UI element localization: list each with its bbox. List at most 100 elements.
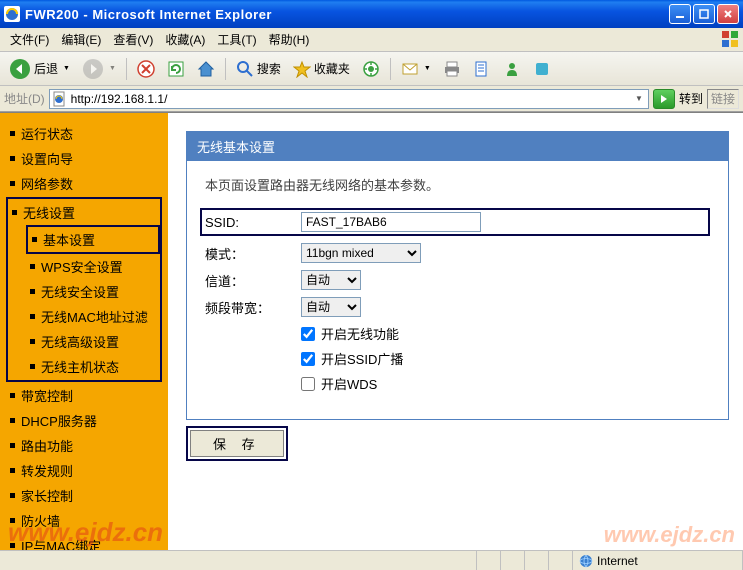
status-cell-3	[525, 551, 549, 570]
menu-file[interactable]: 文件(F)	[4, 28, 55, 51]
favorites-button[interactable]: 收藏夹	[288, 56, 355, 82]
ssid-label: SSID:	[205, 215, 301, 230]
row-enable-wlan: 开启无线功能	[301, 324, 710, 343]
back-label: 后退	[34, 60, 58, 77]
bandwidth-label: 频段带宽：	[205, 298, 301, 317]
save-button-highlight: 保 存	[186, 426, 288, 461]
status-message	[0, 551, 477, 570]
channel-label: 信道：	[205, 271, 301, 290]
row-mode: 模式： 11bgn mixed	[205, 243, 710, 263]
chevron-down-icon: ▼	[63, 65, 70, 72]
go-button[interactable]	[653, 89, 675, 109]
messenger-button[interactable]	[498, 56, 526, 82]
status-cell-2	[501, 551, 525, 570]
window-title: FWR200 - Microsoft Internet Explorer	[25, 7, 669, 22]
save-button[interactable]: 保 存	[190, 430, 284, 457]
sidebar-item-wizard[interactable]: 设置向导	[6, 146, 162, 171]
row-enable-wds: 开启WDS	[301, 374, 710, 393]
sidebar-group-wlan: 无线设置 基本设置 WPS安全设置 无线安全设置 无线MAC地址过滤 无线高级设…	[6, 197, 162, 382]
stop-button[interactable]	[132, 56, 160, 82]
back-button[interactable]: 后退 ▼	[4, 56, 75, 82]
menu-favorites[interactable]: 收藏(A)	[159, 28, 211, 51]
row-ssid: SSID:	[200, 208, 710, 236]
menu-tools[interactable]: 工具(T)	[211, 28, 262, 51]
window-titlebar: FWR200 - Microsoft Internet Explorer	[0, 0, 743, 28]
mail-button[interactable]: ▼	[396, 56, 436, 82]
row-bandwidth: 频段带宽： 自动	[205, 297, 710, 317]
menu-help[interactable]: 帮助(H)	[263, 28, 316, 51]
sidebar-item-host[interactable]: 无线主机状态	[26, 354, 160, 379]
zone-label: Internet	[597, 554, 638, 568]
globe-icon	[579, 554, 593, 568]
extra-button[interactable]	[528, 56, 556, 82]
close-button[interactable]	[717, 4, 739, 24]
sidebar-item-wsec[interactable]: 无线安全设置	[26, 279, 160, 304]
page-icon	[52, 91, 68, 107]
edit-button[interactable]	[468, 56, 496, 82]
address-box[interactable]: ▼	[49, 89, 649, 109]
chevron-down-icon: ▼	[424, 65, 431, 72]
statusbar: Internet	[0, 550, 743, 570]
favorites-label: 收藏夹	[314, 60, 350, 77]
minimize-button[interactable]	[669, 4, 691, 24]
sidebar-item-dhcp[interactable]: DHCP服务器	[6, 408, 162, 433]
panel-desc: 本页面设置路由器无线网络的基本参数。	[205, 175, 710, 194]
button-row: 保 存	[186, 426, 729, 461]
sidebar-item-parent[interactable]: 家长控制	[6, 483, 162, 508]
links-label[interactable]: 链接	[707, 89, 739, 109]
sidebar-item-wlan[interactable]: 无线设置	[8, 200, 160, 225]
address-label: 地址(D)	[4, 90, 45, 107]
mode-label: 模式：	[205, 244, 301, 263]
chevron-down-icon: ▼	[109, 65, 116, 72]
sidebar-item-netparam[interactable]: 网络参数	[6, 171, 162, 196]
sidebar-item-route[interactable]: 路由功能	[6, 433, 162, 458]
forward-button: ▼	[77, 56, 121, 82]
toolbar: 后退 ▼ ▼ 搜索 收藏夹 ▼	[0, 52, 743, 86]
bandwidth-select[interactable]: 自动	[301, 297, 361, 317]
panel-title: 无线基本设置	[187, 132, 728, 161]
main-panel-area: 无线基本设置 本页面设置路由器无线网络的基本参数。 SSID: 模式： 11bg…	[168, 113, 743, 550]
status-zone: Internet	[573, 551, 743, 570]
menu-edit[interactable]: 编辑(E)	[55, 28, 107, 51]
ie-icon	[4, 6, 20, 22]
url-input[interactable]	[71, 92, 632, 106]
search-label: 搜索	[257, 60, 281, 77]
status-cell-4	[549, 551, 573, 570]
enable-wds-checkbox[interactable]	[301, 377, 315, 391]
sidebar-item-mac[interactable]: 无线MAC地址过滤	[26, 304, 160, 329]
refresh-button[interactable]	[162, 56, 190, 82]
row-channel: 信道： 自动	[205, 270, 710, 290]
sidebar-item-adv[interactable]: 无线高级设置	[26, 329, 160, 354]
sidebar-item-basic[interactable]: 基本设置	[26, 225, 160, 254]
sidebar-item-runstatus[interactable]: 运行状态	[6, 121, 162, 146]
wlan-basic-panel: 无线基本设置 本页面设置路由器无线网络的基本参数。 SSID: 模式： 11bg…	[186, 131, 729, 420]
search-button[interactable]: 搜索	[231, 56, 286, 82]
mode-select[interactable]: 11bgn mixed	[301, 243, 421, 263]
enable-wds-label: 开启WDS	[321, 374, 377, 393]
channel-select[interactable]: 自动	[301, 270, 361, 290]
sidebar-item-fwd[interactable]: 转发规则	[6, 458, 162, 483]
menubar: 文件(F) 编辑(E) 查看(V) 收藏(A) 工具(T) 帮助(H)	[0, 28, 743, 52]
enable-wlan-label: 开启无线功能	[321, 324, 399, 343]
row-enable-ssid: 开启SSID广播	[301, 349, 710, 368]
menu-view[interactable]: 查看(V)	[107, 28, 159, 51]
enable-ssid-checkbox[interactable]	[301, 352, 315, 366]
enable-ssid-label: 开启SSID广播	[321, 349, 403, 368]
ssid-input[interactable]	[301, 212, 481, 232]
history-button[interactable]	[357, 56, 385, 82]
sidebar-item-bw[interactable]: 带宽控制	[6, 383, 162, 408]
home-button[interactable]	[192, 56, 220, 82]
windows-logo-icon	[721, 30, 739, 48]
sidebar-item-ipmac[interactable]: IP与MAC绑定	[6, 533, 162, 550]
sidebar: 运行状态 设置向导 网络参数 无线设置 基本设置 WPS安全设置 无线安全设置 …	[0, 113, 168, 550]
address-dropdown-icon[interactable]: ▼	[632, 94, 646, 103]
page-content: 运行状态 设置向导 网络参数 无线设置 基本设置 WPS安全设置 无线安全设置 …	[0, 112, 743, 550]
go-label: 转到	[679, 90, 703, 107]
print-button[interactable]	[438, 56, 466, 82]
enable-wlan-checkbox[interactable]	[301, 327, 315, 341]
maximize-button[interactable]	[693, 4, 715, 24]
sidebar-item-wps[interactable]: WPS安全设置	[26, 254, 160, 279]
address-bar: 地址(D) ▼ 转到 链接	[0, 86, 743, 112]
sidebar-item-fw[interactable]: 防火墙	[6, 508, 162, 533]
status-cell-1	[477, 551, 501, 570]
